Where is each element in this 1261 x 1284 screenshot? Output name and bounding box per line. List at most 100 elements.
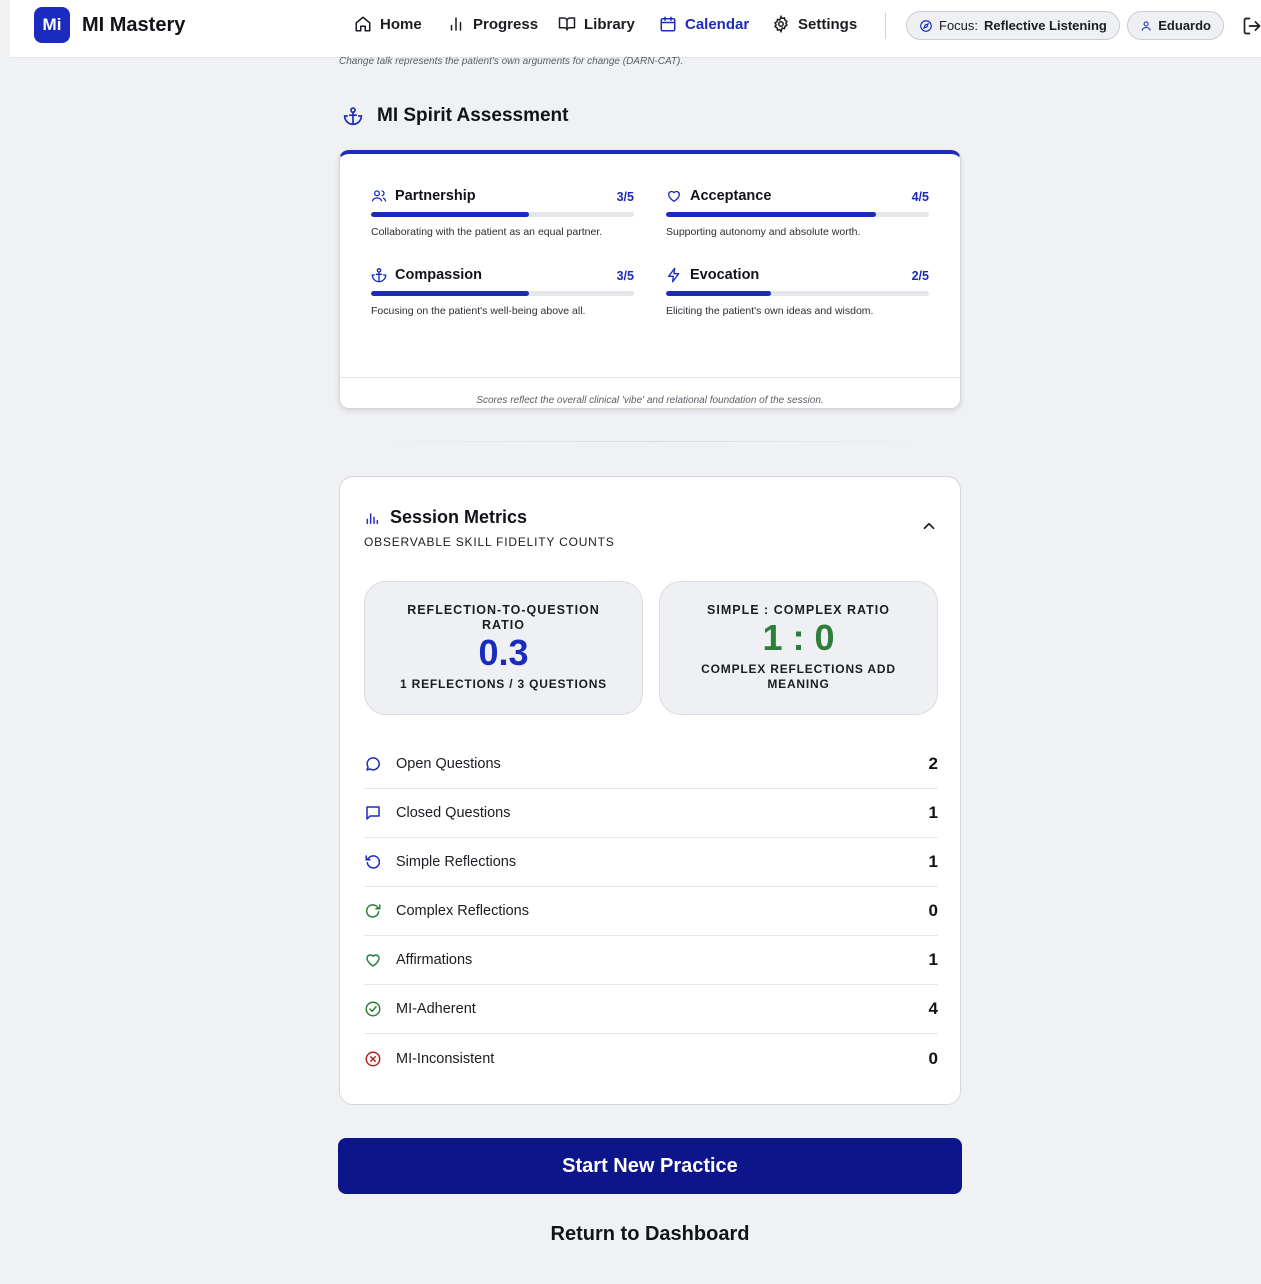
app-name[interactable]: MI Mastery — [82, 14, 185, 37]
spirit-section-header: MI Spirit Assessment — [343, 105, 568, 127]
nav-settings-label: Settings — [798, 15, 858, 33]
metric-value: 2 — [928, 754, 938, 773]
metric-value: 1 — [928, 950, 938, 969]
metric-row-complex-reflections: Complex Reflections 0 — [364, 887, 938, 936]
spirit-item-score: 3/5 — [616, 269, 634, 283]
spirit-item-name: Evocation — [690, 267, 760, 283]
change-talk-caption: Change talk represents the patient's own… — [339, 56, 684, 67]
metric-label: Simple Reflections — [396, 854, 517, 870]
metric-label: Open Questions — [396, 756, 501, 772]
focus-prefix: Focus: — [939, 18, 979, 33]
metric-value: 0 — [928, 1048, 938, 1068]
metric-value: 0 — [928, 901, 938, 920]
heart-icon — [366, 954, 380, 967]
spirit-progress-fill — [666, 291, 772, 296]
bar-chart-icon — [366, 512, 379, 524]
spirit-item-description: Supporting autonomy and absolute worth. — [666, 226, 861, 238]
ratio-label: REFLECTION-TO-QUESTION RATIO — [407, 603, 600, 632]
home-icon — [355, 16, 371, 32]
nav-calendar-label: Calendar — [685, 15, 750, 33]
metrics-subtitle: OBSERVABLE SKILL FIDELITY COUNTS — [364, 535, 615, 549]
spirit-progress-track — [666, 212, 929, 217]
book-icon — [558, 17, 576, 31]
spirit-footnote: Scores reflect the overall clinical 'vib… — [340, 377, 960, 406]
section-divider — [365, 441, 940, 442]
metric-value: 1 — [928, 803, 938, 822]
metric-label: Closed Questions — [396, 805, 511, 821]
gear-icon — [774, 15, 788, 33]
metric-label: MI-Adherent — [396, 1001, 476, 1017]
metric-row-open-questions: Open Questions 2 — [364, 740, 938, 789]
nav-calendar[interactable]: Calendar — [659, 15, 749, 33]
metric-label: MI-Inconsistent — [396, 1050, 495, 1067]
user-icon — [1141, 20, 1151, 31]
calendar-icon — [660, 16, 676, 32]
spirit-progress-fill — [371, 291, 529, 296]
users-icon — [371, 190, 387, 202]
spirit-section-title: MI Spirit Assessment — [377, 105, 569, 126]
ratio-note: COMPLEX REFLECTIONS ADD MEANING — [701, 662, 896, 691]
ratio-label: SIMPLE : COMPLEX RATIO — [707, 603, 890, 617]
nav-library-label: Library — [584, 15, 635, 33]
anchor-icon — [371, 268, 387, 283]
compass-icon — [920, 19, 932, 32]
x-circle-icon — [365, 1051, 381, 1066]
spirit-progress-track — [371, 291, 634, 296]
reflection-question-ratio-box: REFLECTION-TO-QUESTION RATIO 0.3 1 REFLE… — [364, 581, 643, 715]
user-pill[interactable]: Eduardo — [1127, 11, 1224, 40]
spirit-progress-track — [666, 291, 929, 296]
heart-icon — [668, 190, 680, 202]
spirit-item-description: Focusing on the patient's well-being abo… — [371, 305, 586, 317]
simple-complex-ratio-box: SIMPLE : COMPLEX RATIO 1 : 0 COMPLEX REF… — [659, 581, 938, 715]
nav-divider — [885, 13, 886, 39]
chevron-up-icon[interactable] — [920, 517, 938, 535]
app-logo[interactable]: Mi — [34, 7, 70, 43]
spirit-progress-track — [371, 212, 634, 217]
nav-progress-label: Progress — [473, 15, 539, 33]
metric-label: Affirmations — [396, 952, 473, 968]
nav-home[interactable]: Home — [354, 15, 422, 33]
ratio-note: 1 REFLECTIONS / 3 QUESTIONS — [400, 677, 607, 691]
bar-chart-icon — [450, 17, 462, 31]
spirit-item-acceptance: Acceptance 4/5 Supporting autonomy and a… — [666, 188, 929, 238]
spirit-item-evocation: Evocation 2/5 Eliciting the patient's ow… — [666, 267, 929, 317]
metric-label: Complex Reflections — [396, 903, 529, 919]
metric-value: 4 — [928, 999, 938, 1018]
lightning-icon — [668, 267, 680, 283]
metric-row-closed-questions: Closed Questions 1 — [364, 789, 938, 838]
spirit-item-partnership: Partnership 3/5 Collaborating with the p… — [371, 188, 634, 238]
spirit-progress-fill — [666, 212, 877, 217]
ratio-value: 0.3 — [478, 632, 529, 673]
rotate-cw-icon — [365, 904, 381, 918]
metric-row-mi-adherent: MI-Adherent 4 — [364, 985, 938, 1034]
spirit-item-score: 3/5 — [616, 190, 634, 204]
metric-row-affirmations: Affirmations 1 — [364, 936, 938, 985]
session-metrics-card: Session Metrics OBSERVABLE SKILL FIDELIT… — [339, 476, 961, 1105]
spirit-item-description: Eliciting the patient's own ideas and wi… — [666, 305, 874, 317]
start-new-practice-button[interactable]: Start New Practice — [338, 1138, 962, 1194]
spirit-item-name: Compassion — [395, 267, 483, 283]
logout-icon[interactable] — [1242, 16, 1261, 36]
metrics-header: Session Metrics — [364, 507, 527, 528]
spirit-item-score: 2/5 — [911, 269, 929, 283]
return-to-dashboard-button[interactable]: Return to Dashboard — [338, 1216, 962, 1252]
spirit-item-compassion: Compassion 3/5 Focusing on the patient's… — [371, 267, 634, 317]
metric-row-simple-reflections: Simple Reflections 1 — [364, 838, 938, 887]
nav-home-label: Home — [380, 15, 422, 33]
check-circle-icon — [365, 1001, 381, 1017]
spirit-assessment-card: Partnership 3/5 Collaborating with the p… — [339, 150, 961, 409]
spirit-item-name: Acceptance — [690, 188, 772, 204]
focus-value: Reflective Listening — [984, 18, 1107, 33]
anchor-icon — [343, 107, 363, 126]
spirit-item-description: Collaborating with the patient as an equ… — [371, 226, 603, 238]
focus-pill[interactable]: Focus: Reflective Listening — [906, 11, 1120, 40]
metrics-title: Session Metrics — [390, 507, 528, 527]
nav-settings[interactable]: Settings — [772, 15, 857, 33]
spirit-progress-fill — [371, 212, 529, 217]
message-square-icon — [366, 806, 380, 820]
ratio-value: 1 : 0 — [762, 617, 835, 658]
metric-value: 1 — [928, 852, 938, 871]
nav-progress[interactable]: Progress — [447, 15, 538, 33]
user-name: Eduardo — [1158, 18, 1211, 33]
nav-library[interactable]: Library — [558, 15, 635, 33]
